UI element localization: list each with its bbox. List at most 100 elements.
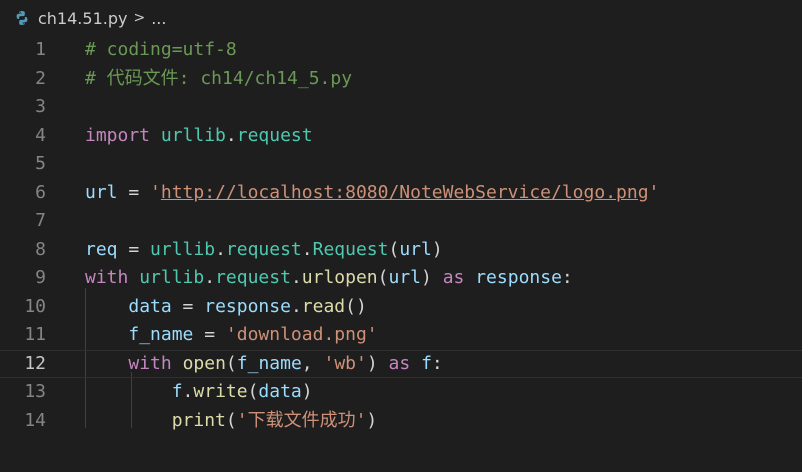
code-line[interactable]: 7 (0, 207, 802, 235)
code-token: data (128, 295, 172, 317)
code-text[interactable]: req = urllib.request.Request(url) (85, 236, 443, 264)
breadcrumb-more[interactable]: ... (151, 9, 166, 28)
code-token: : (431, 352, 443, 374)
code-line[interactable]: 13 f.write(data) (0, 378, 802, 406)
python-icon (16, 11, 28, 25)
code-token: ) (366, 409, 378, 431)
code-text[interactable]: print('下载文件成功') (85, 407, 378, 435)
code-token: ( (388, 238, 400, 260)
line-number: 5 (35, 153, 46, 174)
code-token: f (171, 381, 183, 402)
code-token: f_name (236, 352, 302, 374)
code-token: . (204, 267, 216, 288)
code-token: = (171, 295, 205, 317)
code-token: ) (301, 381, 313, 402)
code-token: () (345, 295, 367, 317)
code-token: data (258, 381, 302, 402)
code-line[interactable]: 12 with open(f_name, 'wb') as f: (0, 349, 802, 378)
code-token: with (128, 352, 172, 374)
chevron-right-icon: > (133, 10, 146, 26)
code-token: url (399, 238, 432, 260)
code-token: # coding=utf-8 (85, 39, 237, 60)
code-token: as (442, 267, 465, 288)
code-line[interactable]: 10 data = response.read() (0, 293, 802, 321)
code-token: urllib (139, 267, 205, 288)
code-token: request (225, 238, 302, 260)
code-line[interactable]: 2 # 代码文件: ch14/ch14_5.py (0, 65, 802, 93)
code-editor[interactable]: 1 # coding=utf-8 2 # 代码文件: ch14/ch14_5.py 3 4… (0, 36, 802, 472)
code-token: = (193, 324, 226, 345)
code-token: ' (648, 181, 660, 203)
code-token: . (301, 238, 313, 260)
code-token: ( (225, 352, 237, 374)
line-number: 11 (24, 324, 46, 345)
code-line[interactable]: 8 req = urllib.request.Request(url) (0, 236, 802, 264)
code-token: . (290, 267, 302, 288)
code-text[interactable]: import urllib.request (85, 122, 313, 150)
code-token: open (182, 352, 226, 374)
code-token: ) (421, 267, 443, 288)
code-token: 'download.png' (225, 324, 378, 345)
code-token: url (388, 267, 421, 288)
line-number: 10 (24, 295, 46, 317)
code-line[interactable]: 6 url = 'http://localhost:8080/NoteWebSer… (0, 179, 802, 207)
code-token: urllib (150, 238, 216, 260)
line-number: 13 (24, 381, 46, 402)
line-number: 7 (35, 210, 46, 231)
breadcrumb-file[interactable]: ch14.51.py (38, 9, 127, 28)
code-line[interactable]: 3 (0, 93, 802, 121)
code-token: write (193, 381, 248, 402)
code-token: req (85, 238, 118, 260)
code-token: f_name (128, 324, 194, 345)
code-token: import (85, 124, 151, 146)
code-line[interactable]: 9 with urllib.request.urlopen(url) as res… (0, 264, 802, 292)
breadcrumb[interactable]: ch14.51.py > ... (0, 0, 802, 36)
code-token: . (215, 238, 226, 260)
code-text[interactable]: f_name = 'download.png' (85, 321, 378, 349)
code-token: as (388, 352, 411, 374)
code-token: f (421, 352, 432, 374)
code-token: ( (377, 267, 389, 288)
code-line[interactable]: 1 # coding=utf-8 (0, 36, 802, 64)
code-token: urlopen (301, 267, 378, 288)
code-text[interactable]: # 代码文件: ch14/ch14_5.py (85, 65, 352, 93)
line-number: 3 (35, 96, 46, 117)
code-token: . (182, 381, 194, 402)
line-number: 14 (24, 409, 46, 431)
code-line[interactable]: 4 import urllib.request (0, 122, 802, 150)
line-number: 4 (35, 124, 46, 146)
line-number: 2 (35, 67, 46, 89)
code-token: request (236, 124, 313, 146)
code-text[interactable]: data = response.read() (85, 293, 367, 321)
code-token: response (475, 267, 562, 288)
code-token: Request (312, 238, 389, 260)
code-token: response (204, 295, 291, 317)
code-line[interactable]: 14 print('下载文件成功') (0, 407, 802, 435)
code-token: read (301, 295, 346, 317)
line-number: 8 (35, 238, 46, 260)
code-line[interactable]: 11 f_name = 'download.png' (0, 321, 802, 349)
code-token: '下载文件成功' (236, 409, 367, 431)
code-text[interactable]: with urllib.request.urlopen(url) as resp… (85, 264, 573, 292)
code-text[interactable]: f.write(data) (85, 378, 313, 406)
code-token: = (117, 181, 151, 203)
code-token: 'wb' (323, 352, 367, 374)
code-text[interactable]: # coding=utf-8 (85, 36, 237, 64)
code-token: with (85, 267, 129, 288)
code-token: : (561, 267, 573, 288)
code-token: request (215, 267, 291, 288)
code-text[interactable]: with open(f_name, 'wb') as f: (85, 351, 443, 377)
code-line[interactable]: 5 (0, 150, 802, 178)
line-number: 6 (35, 181, 46, 203)
code-text[interactable]: url = 'http://localhost:8080/NoteWebServ… (85, 179, 659, 207)
code-token: ( (247, 381, 259, 402)
code-token: url (85, 181, 118, 203)
code-token: # 代码文件: ch14/ch14_5.py (85, 67, 353, 89)
